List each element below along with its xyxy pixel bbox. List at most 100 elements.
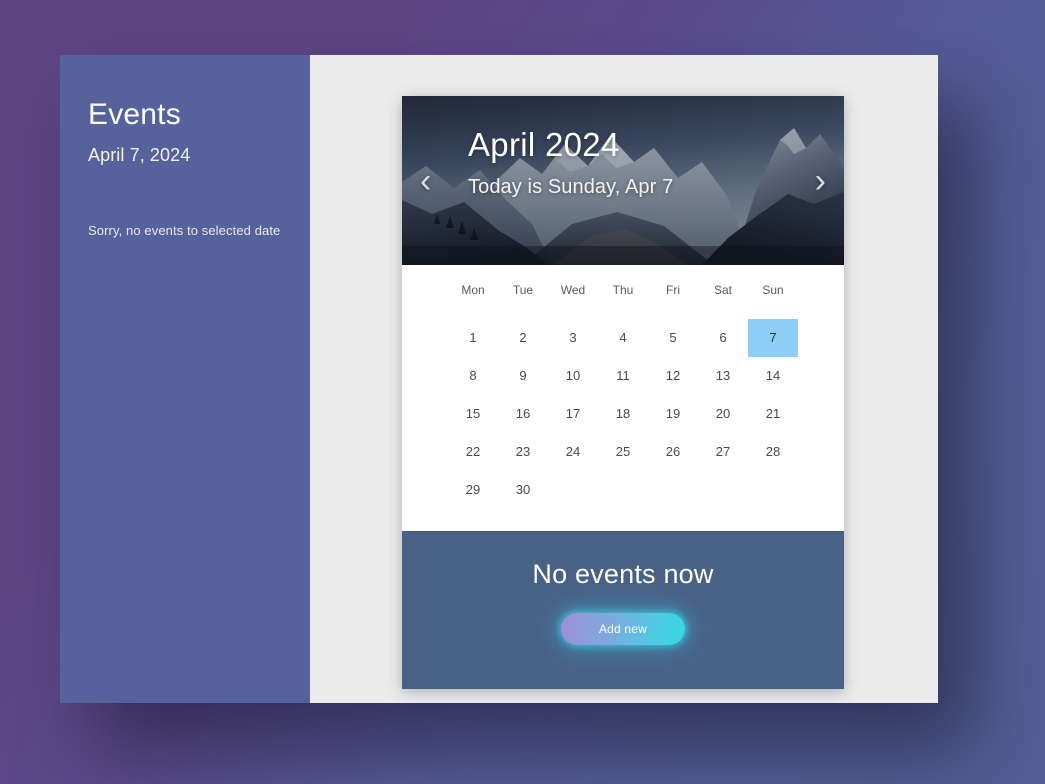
calendar-cell: 2	[498, 319, 548, 357]
calendar-day-10[interactable]: 10	[548, 357, 598, 395]
calendar-cell	[698, 471, 748, 509]
calendar-day-13[interactable]: 13	[698, 357, 748, 395]
calendar-cell: 9	[498, 357, 548, 395]
calendar-cell: 25	[598, 433, 648, 471]
calendar-day-12[interactable]: 12	[648, 357, 698, 395]
calendar-day-29[interactable]: 29	[448, 471, 498, 509]
weekday-header-mon: Mon	[461, 283, 485, 297]
chevron-right-icon[interactable]: ›	[815, 164, 826, 198]
calendar-cell: 11	[598, 357, 648, 395]
calendar-cell: 4	[598, 319, 648, 357]
calendar-day-empty	[748, 471, 798, 509]
calendar-day-7[interactable]: 7	[748, 319, 798, 357]
calendar-cell: 1	[448, 319, 498, 357]
calendar-cell: 27	[698, 433, 748, 471]
calendar-footer: No events now Add new	[402, 531, 844, 689]
calendar-day-11[interactable]: 11	[598, 357, 648, 395]
calendar-cell: 12	[648, 357, 698, 395]
calendar-cell: 10	[548, 357, 598, 395]
calendar-day-16[interactable]: 16	[498, 395, 548, 433]
calendar-day-22[interactable]: 22	[448, 433, 498, 471]
month-year-title: April 2024	[468, 126, 620, 163]
calendar-day-25[interactable]: 25	[598, 433, 648, 471]
weekday-header-fri: Fri	[666, 283, 680, 297]
calendar-day-23[interactable]: 23	[498, 433, 548, 471]
calendar-day-21[interactable]: 21	[748, 395, 798, 433]
calendar-day-30[interactable]: 30	[498, 471, 548, 509]
calendar-cell: 23	[498, 433, 548, 471]
calendar-cell: 26	[648, 433, 698, 471]
weekday-header-sun: Sun	[762, 283, 784, 297]
calendar-day-20[interactable]: 20	[698, 395, 748, 433]
calendar-day-28[interactable]: 28	[748, 433, 798, 471]
calendar-cell: 28	[748, 433, 798, 471]
calendar-day-9[interactable]: 9	[498, 357, 548, 395]
calendar-cell: 30	[498, 471, 548, 509]
page-background: Events April 7, 2024 Sorry, no events to…	[0, 0, 1045, 784]
calendar-day-8[interactable]: 8	[448, 357, 498, 395]
calendar-day-5[interactable]: 5	[648, 319, 698, 357]
weekday-header-sat: Sat	[713, 283, 732, 297]
calendar-cell: 14	[748, 357, 798, 395]
calendar-day-19[interactable]: 19	[648, 395, 698, 433]
no-events-message: Sorry, no events to selected date	[88, 223, 281, 238]
calendar-day-17[interactable]: 17	[548, 395, 598, 433]
calendar-day-15[interactable]: 15	[448, 395, 498, 433]
calendar-day-empty	[648, 471, 698, 509]
calendar-cell: 8	[448, 357, 498, 395]
add-new-button[interactable]: Add new	[561, 613, 685, 645]
calendar-week-row: 8 9 10 11 12 13 14	[448, 357, 798, 395]
main-content-area: ‹ › April 2024 Today is Sunday, Apr 7 Mo…	[310, 55, 938, 703]
calendar-day-empty	[548, 471, 598, 509]
calendar-day-3[interactable]: 3	[548, 319, 598, 357]
calendar-cell	[748, 471, 798, 509]
calendar-header: ‹ › April 2024 Today is Sunday, Apr 7	[402, 96, 844, 265]
calendar-cell: 15	[448, 395, 498, 433]
calendar-cell: 20	[698, 395, 748, 433]
calendar-day-27[interactable]: 27	[698, 433, 748, 471]
page-title: Events	[88, 98, 181, 131]
calendar-cell: 6	[698, 319, 748, 357]
today-label: Today is Sunday, Apr 7	[468, 176, 674, 198]
no-events-now-text: No events now	[532, 559, 714, 589]
calendar-widget: ‹ › April 2024 Today is Sunday, Apr 7 Mo…	[402, 96, 844, 689]
calendar-day-18[interactable]: 18	[598, 395, 648, 433]
calendar-day-26[interactable]: 26	[648, 433, 698, 471]
calendar-table: Mon Tue Wed Thu Fri Sat Sun 1 2 3 4 5 6 7 8 9 10 1…	[448, 283, 798, 509]
calendar-cell: 16	[498, 395, 548, 433]
calendar-cell: 24	[548, 433, 598, 471]
calendar-day-empty	[598, 471, 648, 509]
weekday-header-row: Mon Tue Wed Thu Fri Sat Sun	[448, 283, 798, 319]
calendar-week-row: 29 30	[448, 471, 798, 509]
calendar-cell: 29	[448, 471, 498, 509]
calendar-day-2[interactable]: 2	[498, 319, 548, 357]
calendar-day-6[interactable]: 6	[698, 319, 748, 357]
calendar-cell: 19	[648, 395, 698, 433]
calendar-day-24[interactable]: 24	[548, 433, 598, 471]
sidebar: Events April 7, 2024 Sorry, no events to…	[60, 55, 310, 703]
weekday-header-thu: Thu	[612, 283, 634, 297]
calendar-day-14[interactable]: 14	[748, 357, 798, 395]
calendar-cell	[598, 471, 648, 509]
calendar-day-empty	[698, 471, 748, 509]
calendar-week-row: 1234567	[448, 319, 798, 357]
app-window: Events April 7, 2024 Sorry, no events to…	[60, 55, 938, 703]
selected-date-label: April 7, 2024	[88, 145, 191, 165]
calendar-week-row: 15 16 17 18 19 20 21	[448, 395, 798, 433]
calendar-cell: 7	[748, 319, 798, 357]
calendar-cell: 21	[748, 395, 798, 433]
calendar-week-row: 22 23 24 25 26 27 28	[448, 433, 798, 471]
calendar-grid: Mon Tue Wed Thu Fri Sat Sun 1 2 3 4 5 6 7 8 9 10 1…	[402, 265, 844, 531]
calendar-cell: 22	[448, 433, 498, 471]
calendar-weeks: 1 2 3 4 5 6 7 8 9 10 11 12 13 14 15 16 17 18 19 20 21 22 23 24 2…	[448, 319, 798, 509]
chevron-left-icon[interactable]: ‹	[420, 164, 431, 198]
calendar-cell: 5	[648, 319, 698, 357]
calendar-day-1[interactable]: 1	[448, 319, 498, 357]
calendar-cell	[548, 471, 598, 509]
calendar-cell	[648, 471, 698, 509]
weekday-header-tue: Tue	[512, 283, 534, 297]
weekday-header-wed: Wed	[560, 283, 586, 297]
calendar-cell: 13	[698, 357, 748, 395]
calendar-cell: 3	[548, 319, 598, 357]
calendar-day-4[interactable]: 4	[598, 319, 648, 357]
